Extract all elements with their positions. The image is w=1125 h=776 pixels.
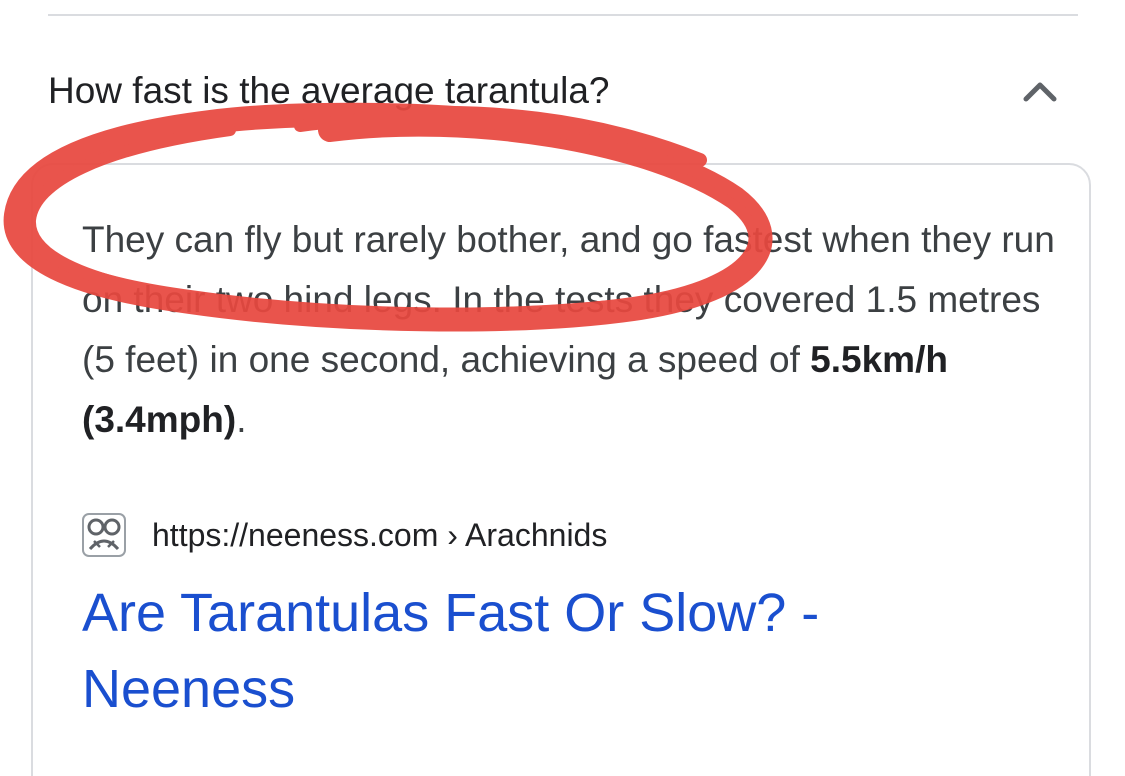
- answer-text-end: .: [236, 399, 247, 440]
- source-row[interactable]: https://neeness.com › Arachnids: [80, 510, 607, 560]
- chevron-up-icon[interactable]: [1020, 72, 1060, 112]
- result-title-link[interactable]: Are Tarantulas Fast Or Slow? - Neeness: [82, 575, 1032, 727]
- divider: [48, 14, 1078, 16]
- faq-question-toggle[interactable]: How fast is the average tarantula?: [48, 62, 1078, 122]
- source-url[interactable]: https://neeness.com › Arachnids: [152, 517, 607, 554]
- answer-snippet: They can fly but rarely bother, and go f…: [82, 210, 1072, 450]
- search-results-page: How fast is the average tarantula? They …: [0, 0, 1125, 776]
- neeness-favicon-icon: [82, 513, 126, 557]
- faq-question: How fast is the average tarantula?: [48, 70, 610, 111]
